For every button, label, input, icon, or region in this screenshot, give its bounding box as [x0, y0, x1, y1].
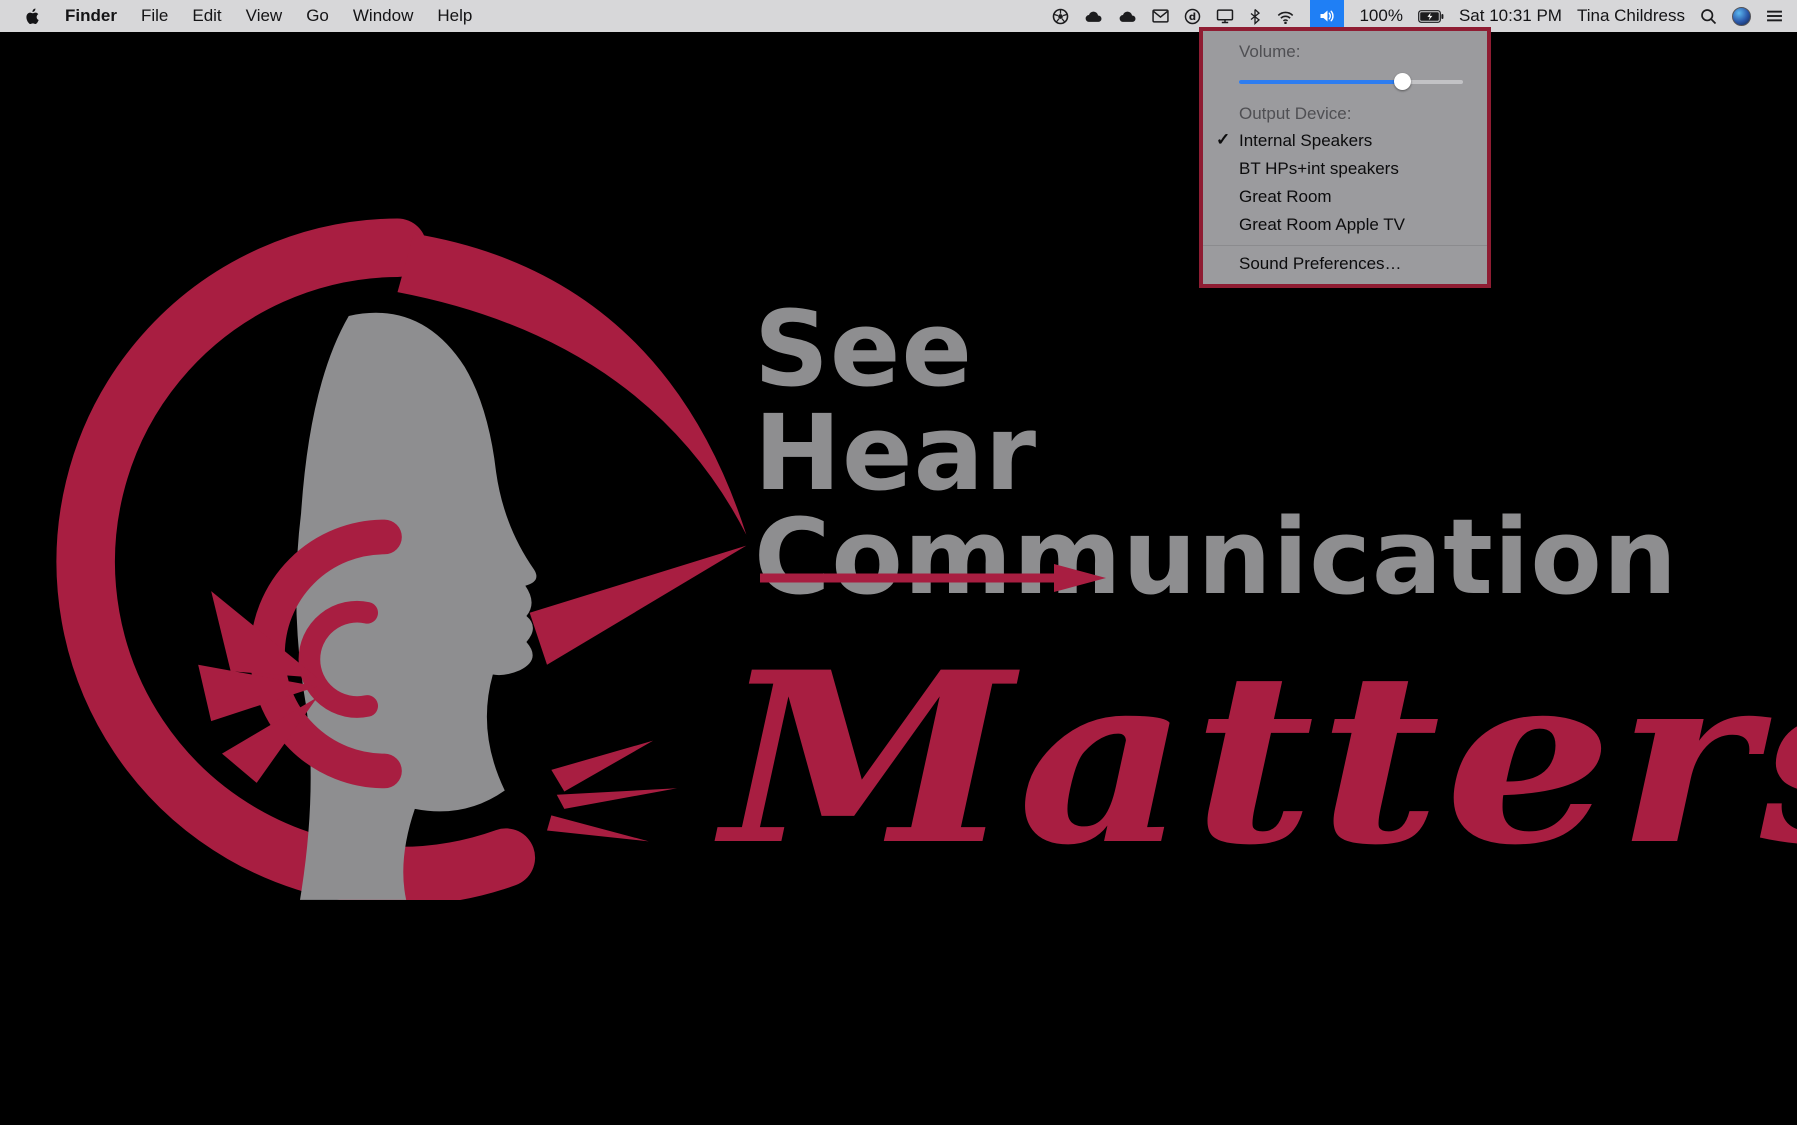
logo-mouth-ray — [551, 741, 653, 792]
menu-go[interactable]: Go — [294, 0, 341, 32]
output-device-great-room-apple-tv[interactable]: Great Room Apple TV — [1203, 211, 1487, 239]
notification-center-icon[interactable] — [1766, 0, 1783, 32]
output-device-label: Output Device: — [1203, 101, 1487, 127]
battery-percent: 100% — [1359, 6, 1402, 26]
menu-edit[interactable]: Edit — [180, 0, 233, 32]
menu-bar-left: Finder File Edit View Go Window Help — [0, 0, 484, 32]
volume-slider-track — [1239, 80, 1463, 84]
logo-head-graphic — [40, 188, 755, 900]
user-menu[interactable]: Tina Childress — [1577, 6, 1685, 26]
menu-window[interactable]: Window — [341, 0, 425, 32]
volume-slider-knob[interactable] — [1394, 73, 1411, 90]
logo-word-see: See — [754, 297, 1678, 401]
apple-menu[interactable] — [0, 0, 53, 32]
menu-view[interactable]: View — [234, 0, 295, 32]
volume-menu: Volume: Output Device: ✓ Internal Speake… — [1203, 31, 1487, 284]
menu-finder[interactable]: Finder — [53, 0, 129, 32]
volume-slider-fill — [1239, 80, 1403, 84]
logo-mouth-ray — [557, 788, 677, 809]
logo-strikethrough-arrow — [758, 558, 1110, 598]
svg-text:d: d — [1189, 12, 1196, 23]
logo-speech-wedge — [530, 546, 747, 665]
output-device-great-room[interactable]: Great Room — [1203, 183, 1487, 211]
gmail-icon[interactable] — [1152, 0, 1169, 32]
logo-word-matters: Matters — [722, 642, 1797, 877]
device-label: Great Room — [1239, 187, 1332, 206]
spotlight-search-icon[interactable] — [1700, 0, 1717, 32]
logo-face — [296, 313, 536, 900]
apple-icon — [24, 7, 40, 26]
shutter-icon[interactable] — [1052, 0, 1069, 32]
menu-file[interactable]: File — [129, 0, 180, 32]
menu-clock[interactable]: Sat 10:31 PM — [1459, 6, 1562, 26]
cloud-icon[interactable] — [1118, 0, 1137, 32]
checkmark-icon: ✓ — [1216, 130, 1230, 150]
logo-word-hear: Hear — [754, 401, 1678, 505]
menu-separator — [1203, 245, 1487, 246]
cloud-icon[interactable] — [1084, 0, 1103, 32]
annotation-highlight-box: Volume: Output Device: ✓ Internal Speake… — [1199, 27, 1491, 288]
menu-help[interactable]: Help — [425, 0, 484, 32]
logo-mouth-ray — [547, 815, 649, 841]
device-label: Internal Speakers — [1239, 131, 1372, 150]
volume-slider[interactable] — [1239, 67, 1463, 97]
device-label: BT HPs+int speakers — [1239, 159, 1399, 178]
volume-label: Volume: — [1203, 39, 1487, 65]
sound-preferences-label: Sound Preferences… — [1239, 254, 1402, 273]
output-device-internal-speakers[interactable]: ✓ Internal Speakers — [1203, 127, 1487, 155]
output-device-bt-hps[interactable]: BT HPs+int speakers — [1203, 155, 1487, 183]
sound-preferences-item[interactable]: Sound Preferences… — [1203, 250, 1487, 278]
menu-bar: Finder File Edit View Go Window Help d — [0, 0, 1797, 32]
avatar[interactable] — [1732, 7, 1751, 26]
device-label: Great Room Apple TV — [1239, 215, 1405, 234]
